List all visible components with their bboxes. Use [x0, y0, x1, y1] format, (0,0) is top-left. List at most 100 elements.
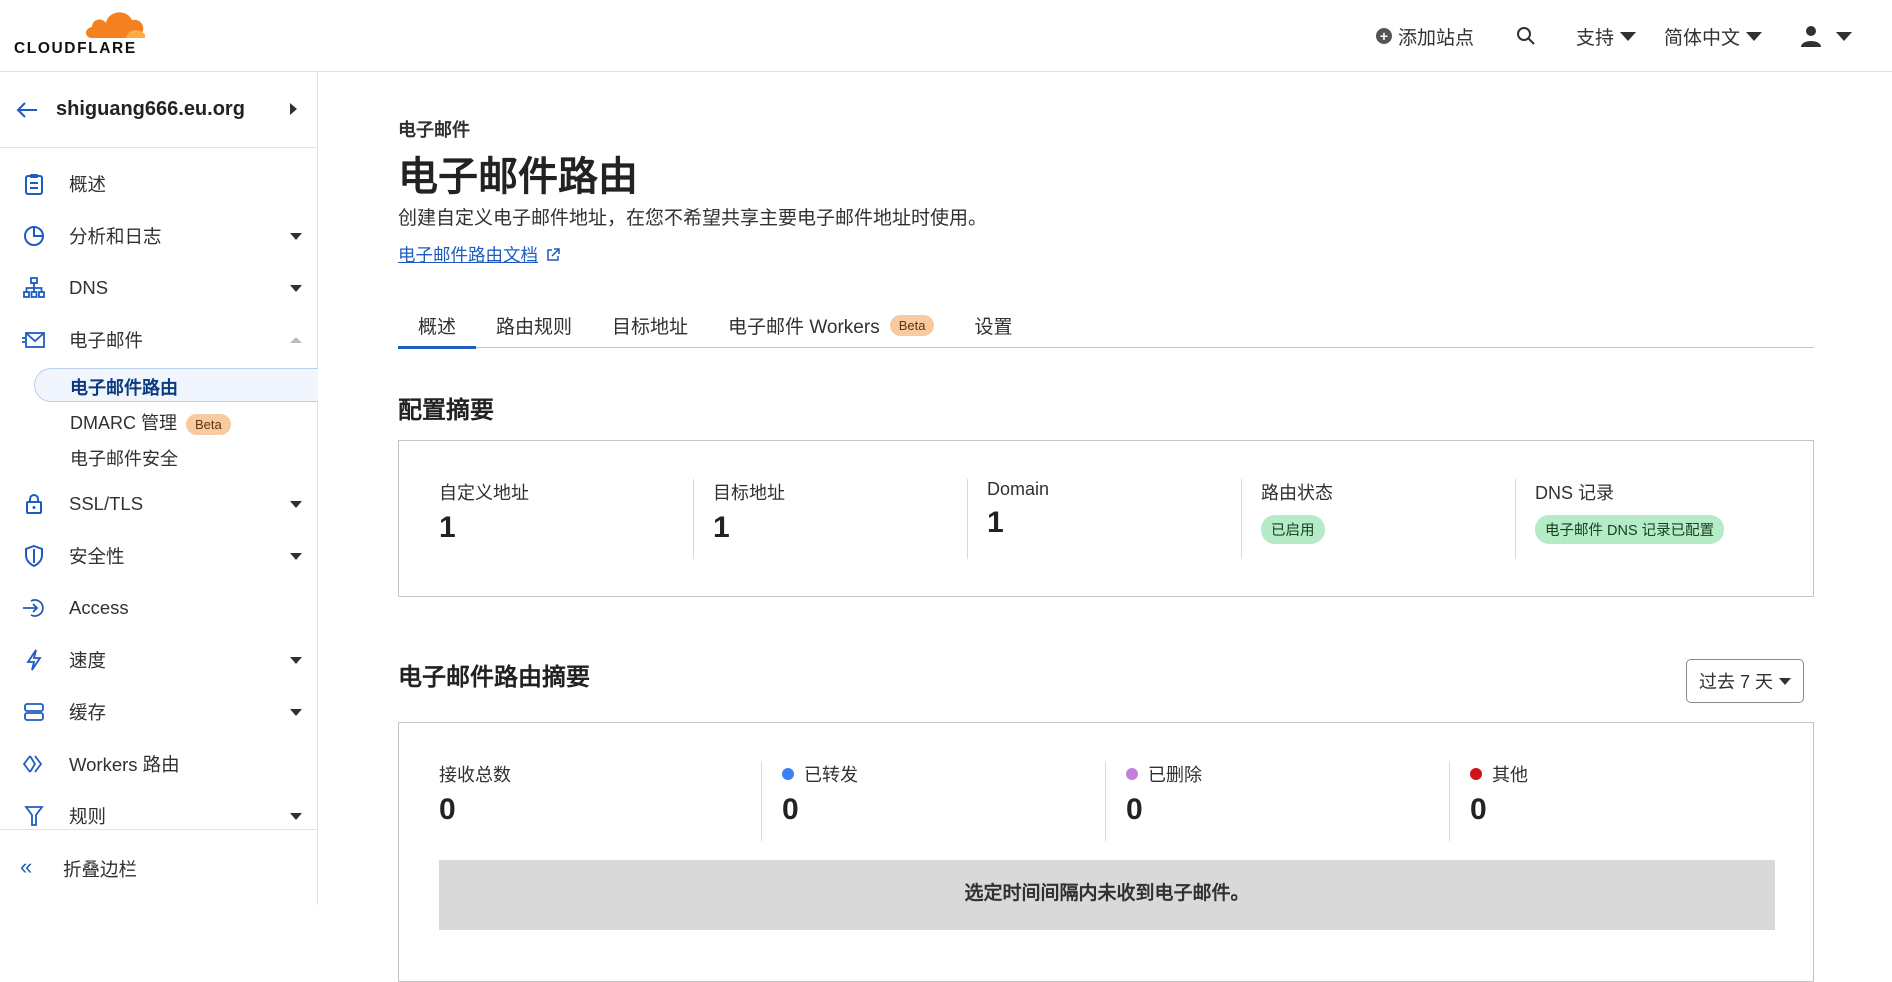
tab-settings[interactable]: 设置	[954, 302, 1032, 348]
routing-summary-card: 接收总数 0 已转发 0 已删除 0 其他 0 选定时间间隔内未收到电子邮件。	[398, 722, 1814, 982]
stat-label-text: 已删除	[1148, 765, 1202, 785]
support-menu[interactable]: 支持	[1576, 23, 1636, 50]
sidebar-item-workers-routes[interactable]: Workers 路由	[0, 744, 318, 784]
stat-value: 0	[439, 793, 456, 826]
account-menu[interactable]	[1800, 25, 1852, 47]
custom-address-stat: 自定义地址 1	[439, 479, 529, 559]
collapse-label: 折叠边栏	[63, 859, 138, 880]
sidebar-item-label: 分析和日志	[69, 226, 162, 247]
stat-label: 已删除	[1126, 761, 1202, 787]
sidebar-item-label: 规则	[69, 806, 107, 827]
sidebar-item-dns[interactable]: DNS	[0, 268, 318, 308]
plus-circle-icon: +	[1375, 28, 1392, 44]
sidebar-sub-email-security[interactable]: 电子邮件安全	[70, 445, 178, 471]
sidebar-sub-email-routing[interactable]: 电子邮件路由	[70, 374, 178, 400]
network-icon	[22, 276, 46, 300]
logo-wordmark: CLOUDFLARE	[14, 40, 137, 57]
cloudflare-logo[interactable]: CLOUDFLARE	[14, 6, 150, 57]
tab-routing-rules[interactable]: 路由规则	[476, 302, 592, 348]
stat-value: 1	[987, 506, 1004, 539]
sidebar-item-email[interactable]: 电子邮件	[0, 320, 318, 360]
lock-icon	[22, 492, 46, 516]
site-name: shiguang666.eu.org	[56, 98, 245, 120]
collapse-sidebar-button[interactable]: « 折叠边栏	[0, 829, 318, 905]
stat-value: 0	[782, 793, 799, 826]
page-description: 创建自定义电子邮件地址，在您不希望共享主要电子邮件地址时使用。	[398, 208, 988, 229]
sidebar-item-cache[interactable]: 缓存	[0, 692, 318, 732]
language-label: 简体中文	[1663, 27, 1740, 49]
dns-records-stat: DNS 记录 电子邮件 DNS 记录已配置	[1535, 479, 1725, 559]
chevron-down-icon	[1836, 31, 1852, 41]
sidebar-item-analytics[interactable]: 分析和日志	[0, 216, 318, 256]
sidebar-item-ssl[interactable]: SSL/TLS	[0, 484, 318, 524]
chevron-down-icon	[290, 708, 302, 716]
beta-badge: Beta	[186, 413, 231, 435]
chevron-down-icon	[1619, 31, 1636, 41]
routing-summary-heading: 电子邮件路由摘要	[398, 664, 590, 691]
stat-label: DNS 记录	[1535, 483, 1615, 503]
sidebar-item-label: 缓存	[69, 702, 107, 723]
add-site-label: 添加站点	[1397, 27, 1474, 49]
stat-label: 自定义地址	[439, 483, 529, 503]
sidebar-item-label: 安全性	[69, 546, 125, 567]
domain-stat: Domain 1	[987, 479, 1049, 559]
mail-icon	[22, 328, 46, 352]
sidebar-item-access[interactable]: Access	[0, 588, 318, 628]
sidebar-item-label: Workers 路由	[69, 754, 180, 775]
stat-label: 已转发	[782, 761, 858, 787]
lightning-icon	[22, 648, 46, 672]
time-range-select[interactable]: 过去 7 天	[1685, 659, 1804, 703]
divider	[967, 479, 968, 559]
chevron-down-icon	[290, 552, 302, 560]
chevron-down-icon	[290, 232, 302, 240]
cloud-logo-icon	[86, 12, 146, 39]
support-label: 支持	[1575, 27, 1614, 49]
sidebar-item-label: DNS	[69, 277, 109, 298]
sidebar-item-label: SSL/TLS	[69, 493, 144, 514]
stat-label: 路由状态	[1261, 483, 1333, 503]
divider	[1241, 479, 1242, 559]
search-button[interactable]	[1516, 26, 1536, 46]
docs-link[interactable]: 电子邮件路由文档	[398, 242, 560, 267]
time-range-label: 过去 7 天	[1698, 672, 1773, 692]
sidebar-item-speed[interactable]: 速度	[0, 640, 318, 680]
chevron-down-icon	[290, 812, 302, 820]
stat-label: 接收总数	[439, 761, 511, 787]
chevron-down-icon	[290, 284, 302, 292]
divider	[1515, 479, 1516, 559]
sidebar: shiguang666.eu.org 概述 分析和日志 DNS 电子邮件 电子邮…	[0, 72, 318, 905]
total-received-stat: 接收总数 0	[439, 761, 511, 841]
sidebar-item-overview[interactable]: 概述	[0, 164, 318, 204]
beta-badge: Beta	[889, 314, 935, 336]
status-badge: 已启用	[1261, 515, 1325, 544]
chevron-down-icon	[1779, 677, 1791, 685]
stat-value: 1	[713, 511, 730, 544]
stat-label-text: 已转发	[804, 765, 858, 785]
sidebar-item-label: Access	[69, 597, 129, 618]
stack-icon	[22, 700, 46, 724]
tab-overview[interactable]: 概述	[398, 302, 477, 349]
tab-bar: 概述 路由规则 目标地址 电子邮件 Workers Beta 设置	[398, 302, 1814, 349]
add-site-button[interactable]: + 添加站点	[1375, 23, 1474, 50]
clipboard-icon	[22, 172, 46, 196]
legend-dot	[782, 768, 794, 780]
tab-destination-addresses[interactable]: 目标地址	[592, 302, 708, 348]
tab-label: 电子邮件 Workers	[728, 316, 880, 338]
double-chevron-left-icon: «	[20, 854, 33, 879]
tab-label: 设置	[974, 316, 1013, 338]
chevron-down-icon	[290, 656, 302, 664]
back-arrow-icon[interactable]	[16, 101, 38, 119]
top-bar: CLOUDFLARE + 添加站点 支持 简体中文	[0, 0, 1892, 72]
target-address-stat: 目标地址 1	[713, 479, 785, 559]
tab-email-workers[interactable]: 电子邮件 Workers Beta	[708, 302, 954, 348]
site-selector[interactable]: shiguang666.eu.org	[0, 72, 317, 148]
tab-label: 路由规则	[496, 316, 573, 338]
sidebar-item-security[interactable]: 安全性	[0, 536, 318, 576]
chevron-right-icon[interactable]	[290, 103, 297, 115]
breadcrumb[interactable]: 电子邮件	[398, 116, 470, 142]
language-menu[interactable]: 简体中文	[1664, 23, 1762, 50]
stat-label-text: 接收总数	[439, 765, 511, 785]
status-badge: 电子邮件 DNS 记录已配置	[1535, 515, 1725, 544]
sidebar-sub-dmarc[interactable]: DMARC 管理 Beta	[70, 409, 231, 435]
forwarded-stat: 已转发 0	[782, 761, 858, 841]
